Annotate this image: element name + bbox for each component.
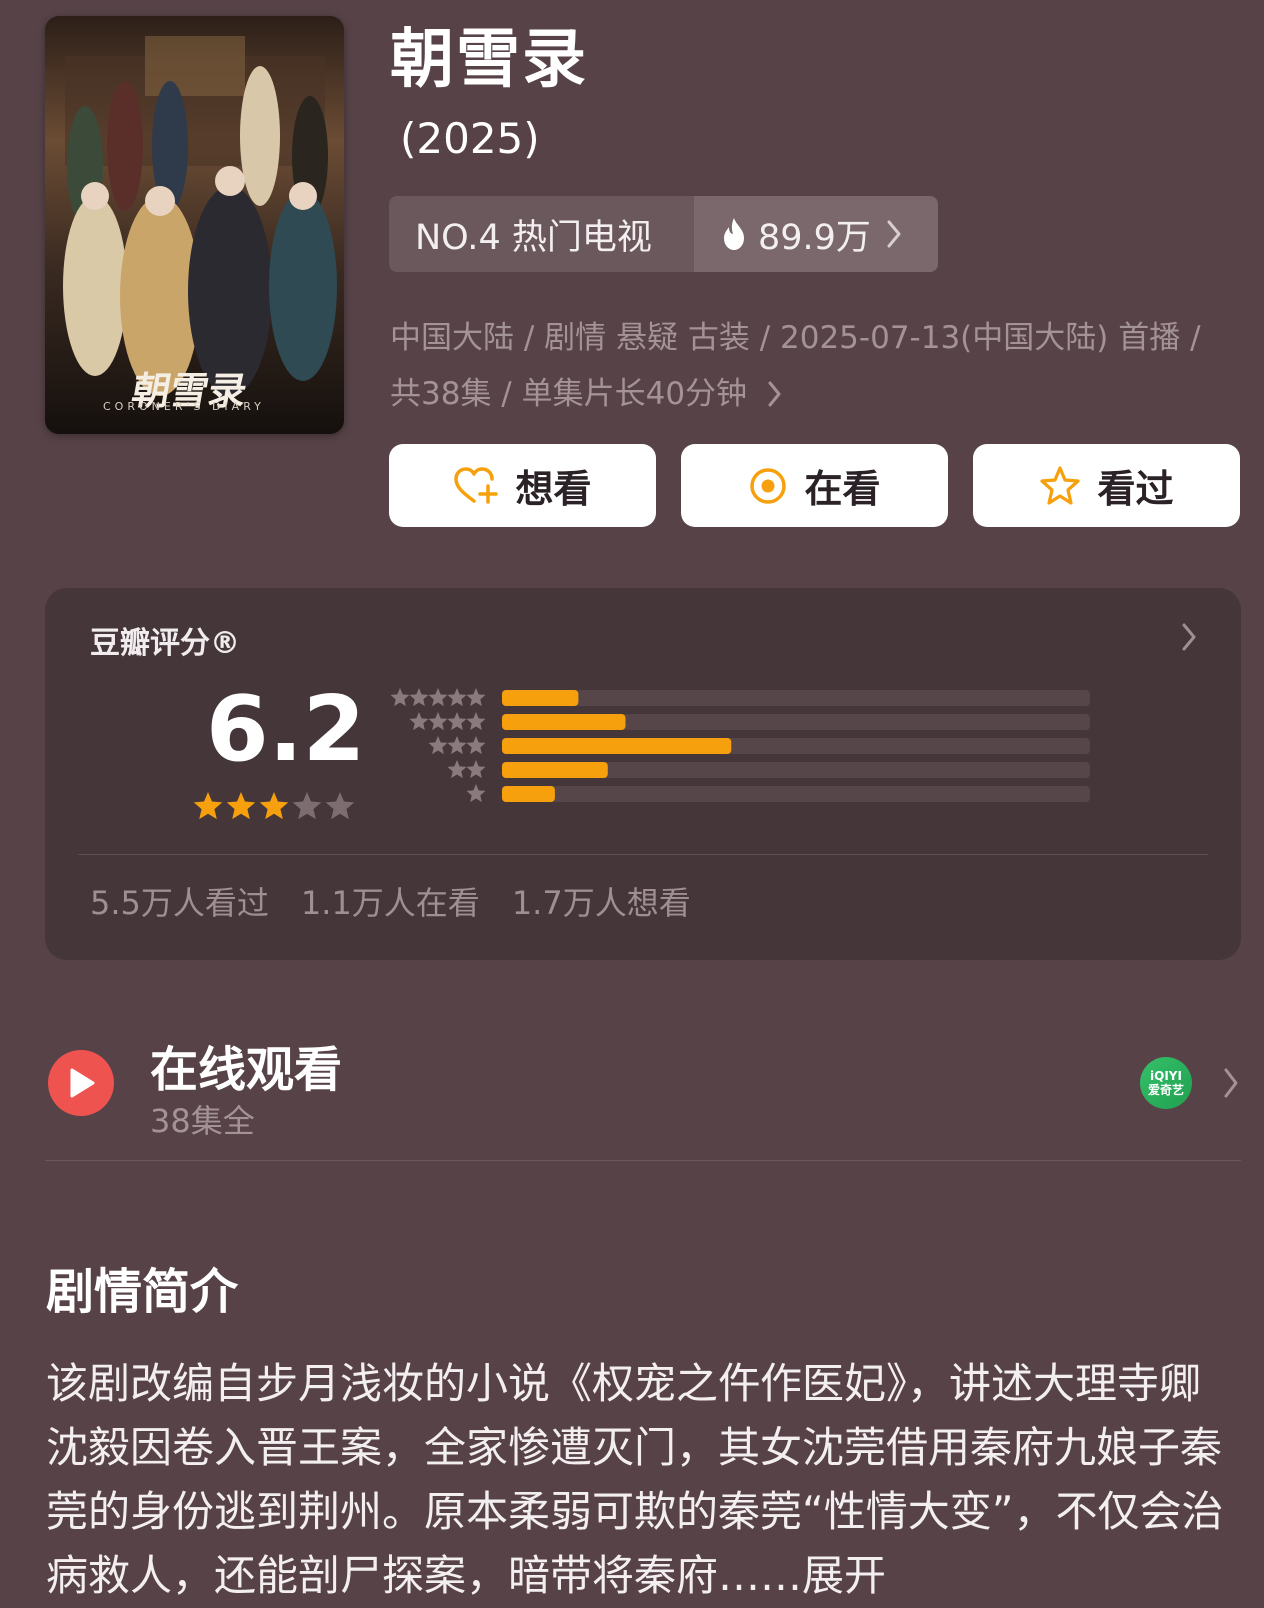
distribution-star-icon	[466, 760, 486, 779]
rating-score: 6.2	[206, 677, 366, 782]
star-filled-icon	[193, 792, 223, 820]
iqiyi-logo-cn: 爱奇艺	[1147, 1083, 1184, 1097]
distribution-star-icon	[466, 688, 486, 707]
want-label: 想看	[515, 467, 592, 511]
chevron-right-icon[interactable]	[1222, 1066, 1240, 1100]
rating-title: 豆瓣评分®	[90, 626, 240, 661]
heat-button[interactable]: 89.9万	[694, 196, 938, 272]
watching-button[interactable]: 在看	[681, 444, 948, 527]
chevron-right-icon	[768, 381, 781, 407]
distribution-bar	[502, 786, 555, 802]
distribution-bar	[502, 762, 608, 778]
watching-label: 在看	[804, 467, 881, 511]
stat-watching[interactable]: 1.1万人在看	[301, 878, 480, 924]
synopsis-text: 该剧改编自步月浅妆的小说《权宠之仵作医妃》，讲述大理寺卿沈毅因卷入晋王案，全家惨…	[46, 1359, 1224, 1600]
rating-stars	[193, 792, 355, 820]
chevron-right-icon	[887, 220, 901, 248]
rating-distribution	[390, 688, 1090, 803]
distribution-star-icon	[447, 712, 467, 731]
distribution-track	[502, 786, 1090, 802]
heart-plus-icon	[454, 466, 499, 504]
heat-value: 89.9万	[758, 217, 871, 258]
stat-watched[interactable]: 5.5万人看过	[90, 878, 269, 924]
watched-button[interactable]: 看过	[973, 444, 1240, 527]
flame-icon	[724, 218, 744, 250]
rank-pill[interactable]: NO.4 热门电视 89.9万	[389, 196, 938, 272]
meta-line-2: 共38集 / 单集片长40分钟	[390, 376, 748, 412]
divider	[45, 1160, 1241, 1161]
distribution-star-icon	[409, 688, 429, 707]
distribution-star-icon	[466, 784, 486, 803]
online-watch-title[interactable]: 在线观看	[150, 1030, 342, 1100]
show-year: (2025)	[400, 114, 540, 163]
target-icon	[750, 467, 787, 504]
meta-line-1: 中国大陆 / 剧情 悬疑 古装 / 2025-07-13(中国大陆) 首播 /	[390, 320, 1201, 356]
play-icon[interactable]	[48, 1050, 114, 1116]
poster-image[interactable]: 朝雪录 CORONER'S DIARY	[45, 16, 344, 434]
show-title: 朝雪录	[390, 23, 588, 97]
distribution-star-icon	[447, 688, 467, 707]
rating-stats: 5.5万人看过 1.1万人在看 1.7万人想看	[90, 878, 691, 924]
distribution-star-icon	[428, 712, 448, 731]
distribution-star-icon	[390, 688, 410, 707]
synopsis-title: 剧情简介	[46, 1264, 239, 1320]
divider	[78, 854, 1208, 855]
want-to-watch-button[interactable]: 想看	[389, 444, 656, 527]
watched-label: 看过	[1097, 467, 1174, 511]
poster-subtitle-art: CORONER'S DIARY	[103, 400, 265, 413]
distribution-bar	[502, 714, 626, 730]
distribution-star-icon	[409, 712, 429, 731]
chevron-right-icon[interactable]	[1180, 622, 1198, 652]
stat-want[interactable]: 1.7万人想看	[512, 878, 691, 924]
rank-label[interactable]: NO.4 热门电视	[389, 196, 694, 272]
distribution-star-icon	[466, 736, 486, 755]
distribution-bar	[502, 690, 579, 706]
distribution-bar	[502, 738, 732, 754]
distribution-star-icon	[447, 736, 467, 755]
star-filled-icon	[259, 792, 289, 820]
iqiyi-logo-text: iQIYI	[1150, 1069, 1182, 1083]
star-empty-icon	[325, 792, 355, 820]
distribution-star-icon	[466, 712, 486, 731]
iqiyi-logo-icon[interactable]: iQIYI 爱奇艺	[1140, 1057, 1192, 1109]
star-filled-icon	[226, 792, 256, 820]
distribution-star-icon	[428, 688, 448, 707]
star-empty-icon	[292, 792, 322, 820]
distribution-star-icon	[447, 760, 467, 779]
online-episodes: 38集全	[150, 1102, 255, 1140]
distribution-star-icon	[428, 736, 448, 755]
star-icon	[1040, 465, 1081, 505]
distribution-track	[502, 690, 1090, 706]
show-meta[interactable]: 中国大陆 / 剧情 悬疑 古装 / 2025-07-13(中国大陆) 首播 / …	[390, 310, 1250, 422]
